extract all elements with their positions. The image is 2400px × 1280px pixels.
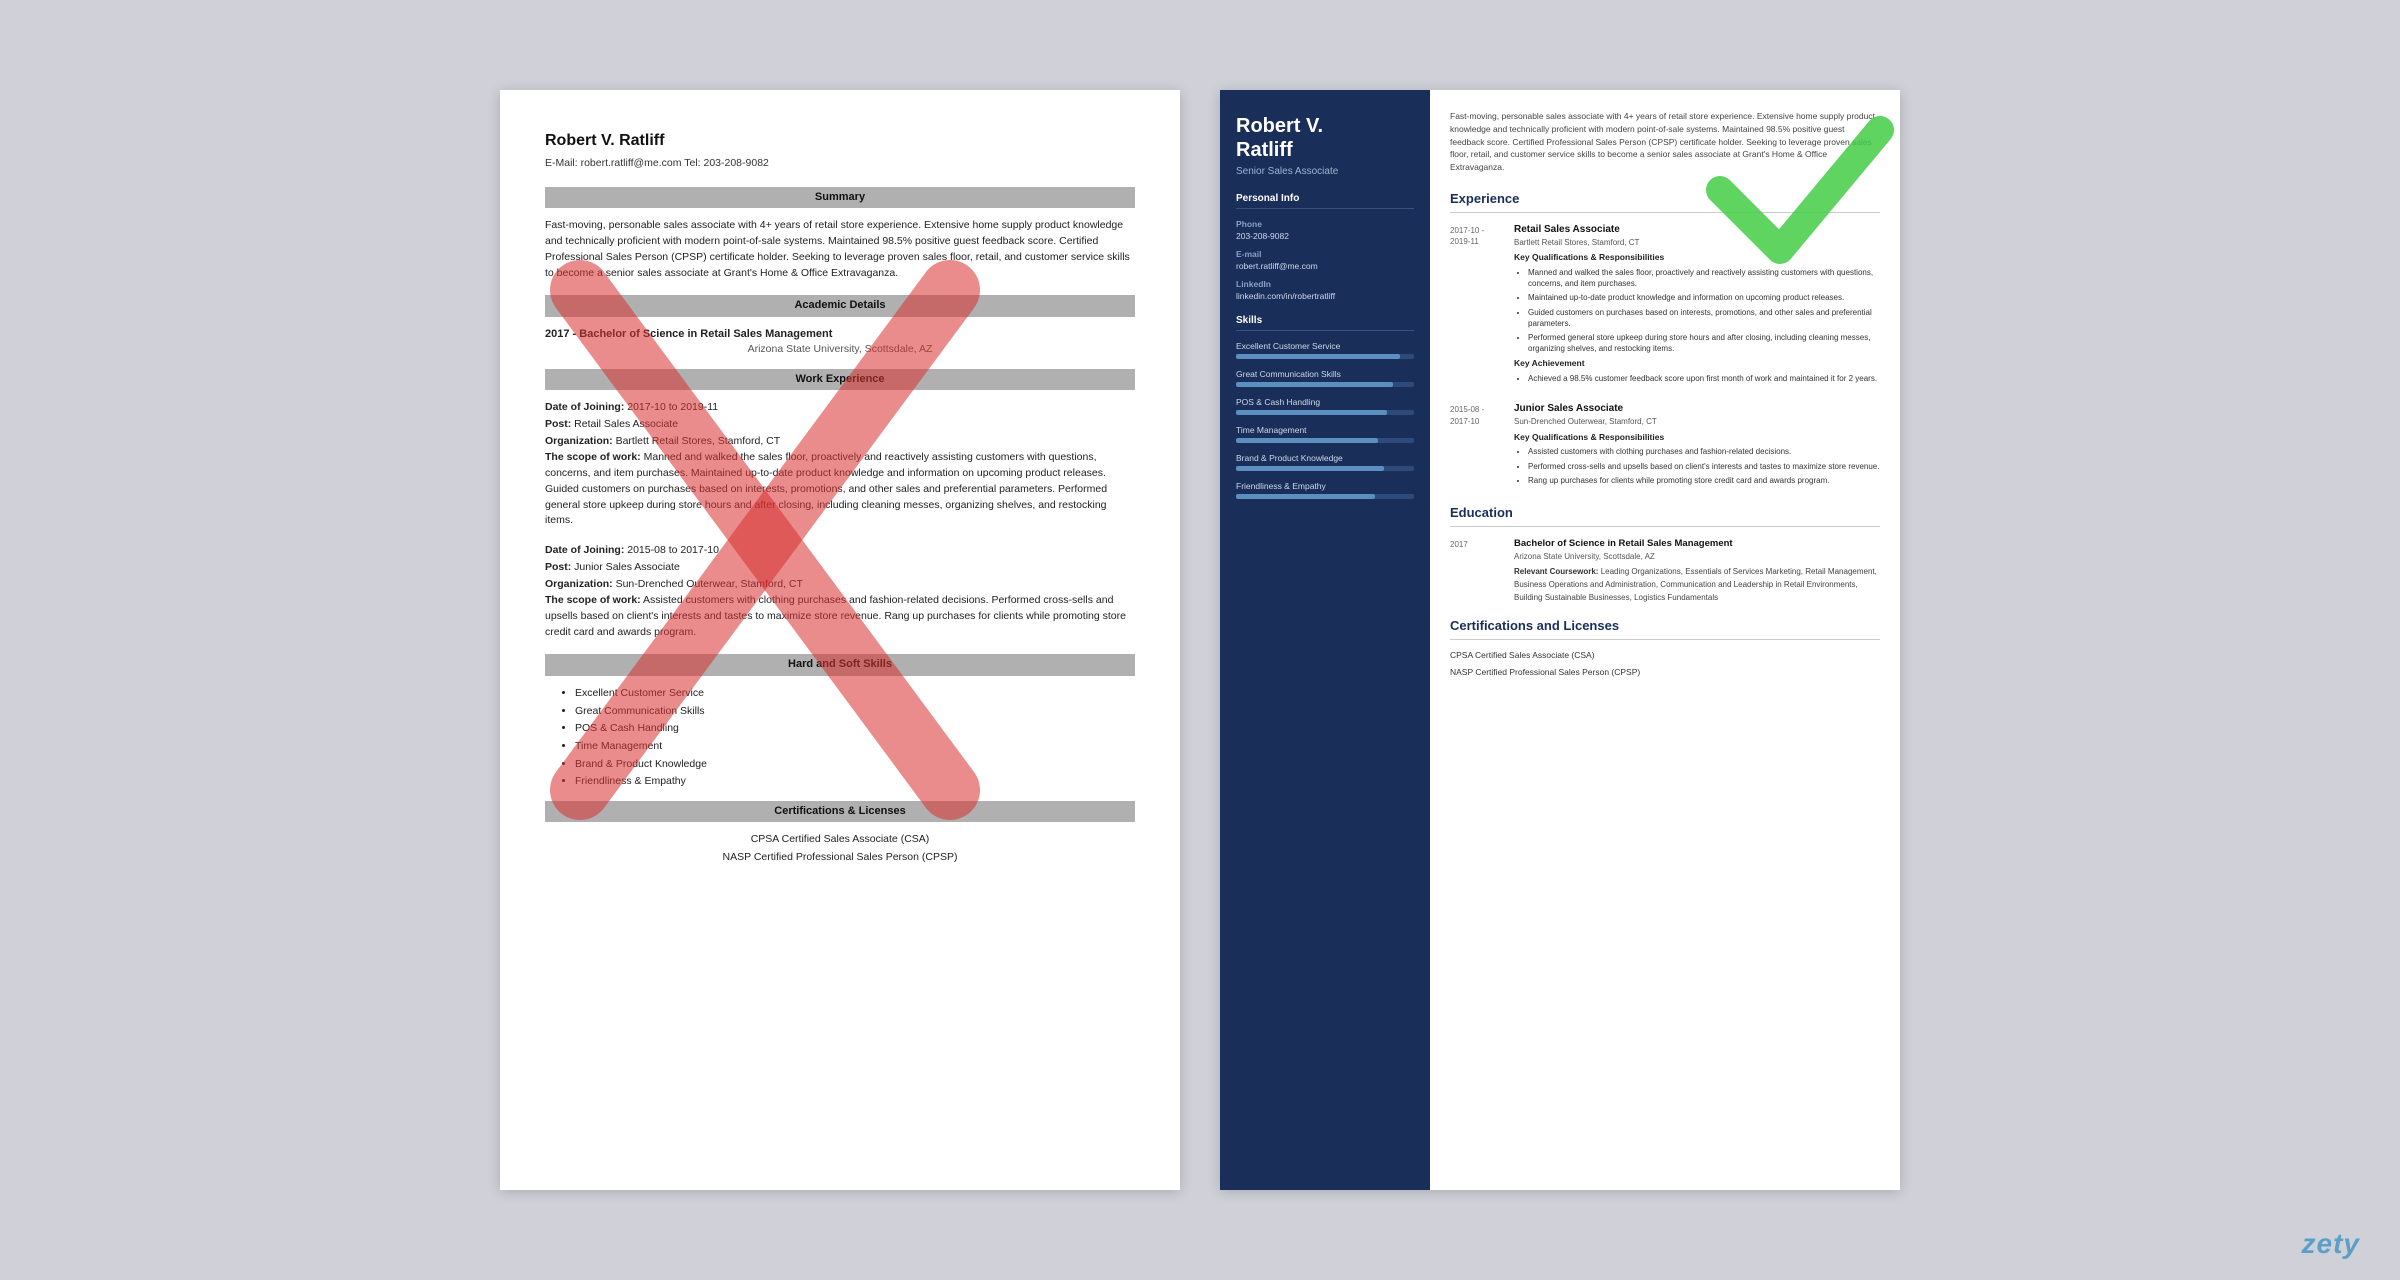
left-work-entry-2: Date of Joining: 2015-08 to 2017-10 Post… [545, 543, 1135, 640]
left-edu-year-degree: 2017 - Bachelor of Science in Retail Sal… [545, 327, 1135, 342]
right-experience-title: Experience [1450, 190, 1880, 213]
right-exp-2: 2015-08 -2017-10 Junior Sales Associate … [1450, 402, 1880, 490]
left-skill-2: Great Communication Skills [575, 704, 1135, 719]
right-edu1-school: Arizona State University, Scottsdale, AZ [1514, 551, 1880, 562]
right-exp1-achieve-label: Key Achievement [1514, 358, 1880, 370]
left-cert-2: NASP Certified Professional Sales Person… [545, 850, 1135, 865]
right-main: Fast-moving, personable sales associate … [1430, 90, 1900, 1190]
left-work1-date: Date of Joining: 2017-10 to 2019-11 [545, 400, 1135, 415]
right-linkedin-value: linkedin.com/in/robertratliff [1236, 291, 1414, 301]
left-work-title: Work Experience [545, 369, 1135, 390]
right-exp1-title: Retail Sales Associate [1514, 223, 1880, 237]
right-skill-5: Brand & Product Knowledge [1236, 453, 1414, 471]
right-summary-text: Fast-moving, personable sales associate … [1450, 110, 1880, 174]
right-title: Senior Sales Associate [1236, 166, 1414, 177]
right-skill-2: Great Communication Skills [1236, 369, 1414, 387]
right-education-title: Education [1450, 504, 1880, 527]
left-skills-list: Excellent Customer Service Great Communi… [545, 686, 1135, 789]
zety-watermark: zety [2302, 1228, 2360, 1260]
left-skill-3: POS & Cash Handling [575, 721, 1135, 736]
right-skill-3: POS & Cash Handling [1236, 397, 1414, 415]
right-sidebar: Robert V.Ratliff Senior Sales Associate … [1220, 90, 1430, 1190]
left-education-entry: 2017 - Bachelor of Science in Retail Sal… [545, 327, 1135, 357]
right-cert-2: NASP Certified Professional Sales Person… [1450, 667, 1880, 679]
left-work1-post: Post: Retail Sales Associate [545, 417, 1135, 432]
left-summary-title: Summary [545, 187, 1135, 208]
left-academic-title: Academic Details [545, 295, 1135, 316]
right-edu1-degree: Bachelor of Science in Retail Sales Mana… [1514, 537, 1880, 550]
right-name: Robert V.Ratliff [1236, 114, 1414, 162]
right-cert-1: CPSA Certified Sales Associate (CSA) [1450, 650, 1880, 662]
right-phone-label: Phone [1236, 219, 1414, 229]
right-edu1-coursework-label: Relevant Coursework: [1514, 567, 1601, 576]
right-email-value: robert.ratliff@me.com [1236, 261, 1414, 271]
right-exp1-qual-label: Key Qualifications & Responsibilities [1514, 252, 1880, 264]
right-skill-1: Excellent Customer Service [1236, 341, 1414, 359]
left-contact: E-Mail: robert.ratliff@me.com Tel: 203-2… [545, 156, 1135, 171]
left-work2-post: Post: Junior Sales Associate [545, 560, 1135, 575]
right-exp1-achieve-bullets: Achieved a 98.5% customer feedback score… [1514, 373, 1880, 384]
left-certs-title: Certifications & Licenses [545, 801, 1135, 822]
right-exp-1: 2017-10 -2019-11 Retail Sales Associate … [1450, 223, 1880, 388]
left-work2-desc: The scope of work: Assisted customers wi… [545, 593, 1135, 640]
left-work1-org: Organization: Bartlett Retail Stores, St… [545, 434, 1135, 449]
left-skill-1: Excellent Customer Service [575, 686, 1135, 701]
right-personal-info-title: Personal Info [1236, 193, 1414, 209]
left-work1-desc: The scope of work: Manned and walked the… [545, 450, 1135, 529]
left-work-entry-1: Date of Joining: 2017-10 to 2019-11 Post… [545, 400, 1135, 529]
left-edu-school: Arizona State University, Scottsdale, AZ [545, 342, 1135, 357]
right-linkedin-label: LinkedIn [1236, 279, 1414, 289]
right-exp1-company: Bartlett Retail Stores, Stamford, CT [1514, 237, 1880, 248]
left-skill-6: Friendliness & Empathy [575, 774, 1135, 789]
right-email-label: E-mail [1236, 249, 1414, 259]
right-certs-title: Certifications and Licenses [1450, 617, 1880, 640]
right-skill-4: Time Management [1236, 425, 1414, 443]
main-container: Robert V. Ratliff E-Mail: robert.ratliff… [0, 50, 2400, 1230]
left-summary-text: Fast-moving, personable sales associate … [545, 218, 1135, 281]
left-skill-5: Brand & Product Knowledge [575, 757, 1135, 772]
right-exp2-company: Sun-Drenched Outerwear, Stamford, CT [1514, 416, 1880, 427]
right-skill-6: Friendliness & Empathy [1236, 481, 1414, 499]
left-name: Robert V. Ratliff [545, 130, 1135, 152]
right-edu-1: 2017 Bachelor of Science in Retail Sales… [1450, 537, 1880, 604]
right-exp2-qual-label: Key Qualifications & Responsibilities [1514, 432, 1880, 444]
left-skill-4: Time Management [575, 739, 1135, 754]
right-exp2-bullets: Assisted customers with clothing purchas… [1514, 446, 1880, 486]
resume-left: Robert V. Ratliff E-Mail: robert.ratliff… [500, 90, 1180, 1190]
left-work2-org: Organization: Sun-Drenched Outerwear, St… [545, 577, 1135, 592]
right-skills-title: Skills [1236, 315, 1414, 331]
left-work2-date: Date of Joining: 2015-08 to 2017-10 [545, 543, 1135, 558]
left-cert-1: CPSA Certified Sales Associate (CSA) [545, 832, 1135, 847]
right-phone-value: 203-208-9082 [1236, 231, 1414, 241]
left-skills-title: Hard and Soft Skills [545, 654, 1135, 675]
right-exp1-bullets: Manned and walked the sales floor, proac… [1514, 267, 1880, 354]
resume-right: Robert V.Ratliff Senior Sales Associate … [1220, 90, 1900, 1190]
right-exp2-title: Junior Sales Associate [1514, 402, 1880, 416]
